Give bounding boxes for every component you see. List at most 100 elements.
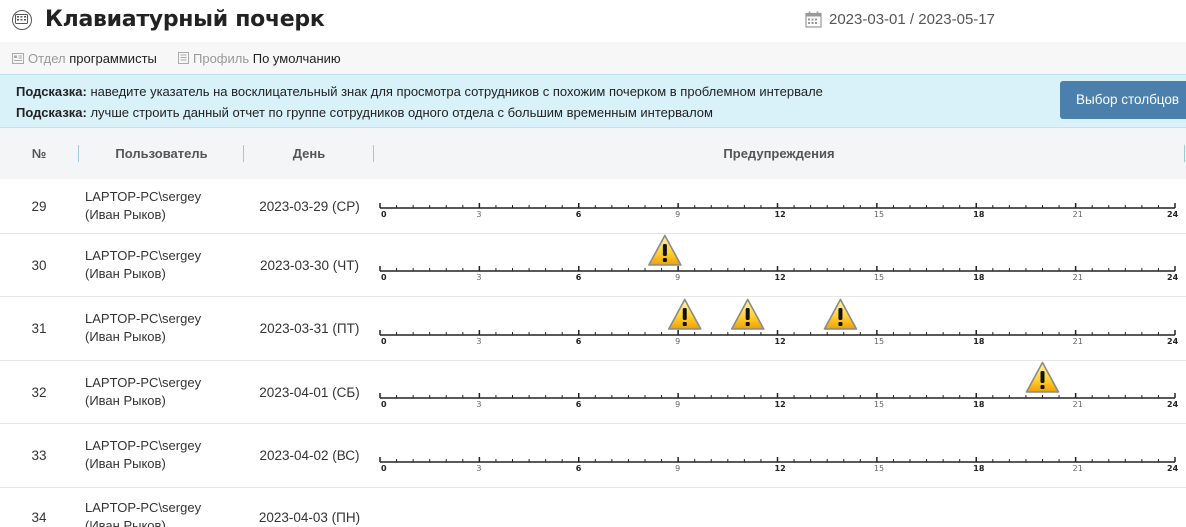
user-login: LAPTOP-PC\sergey bbox=[85, 438, 202, 453]
select-columns-button[interactable]: Выбор столбцов bbox=[1060, 81, 1186, 119]
hour-tick-label: 24 bbox=[1167, 400, 1179, 409]
hour-tick-label: 3 bbox=[476, 210, 481, 219]
hint-prefix: Подсказка: bbox=[16, 84, 87, 99]
warning-icon[interactable] bbox=[1025, 361, 1060, 393]
user-full-name: (Иван Рыков) bbox=[85, 266, 166, 281]
table-header: № Пользователь День Предупреждения bbox=[0, 128, 1186, 179]
hour-tick-label: 21 bbox=[1073, 337, 1083, 346]
hour-tick-label: 15 bbox=[874, 464, 884, 473]
profile-filter[interactable]: Профиль По умолчанию bbox=[178, 51, 341, 67]
table-row[interactable]: 30 LAPTOP-PC\sergey (Иван Рыков) 2023-03-30… bbox=[0, 234, 1186, 297]
warnings-timeline: 0 3 6 9 12 15 18 21 24 bbox=[378, 361, 1186, 424]
table-row[interactable]: 32 LAPTOP-PC\sergey (Иван Рыков) 2023-04-01… bbox=[0, 361, 1186, 424]
hour-tick-label: 24 bbox=[1167, 337, 1179, 346]
warnings-timeline: 0 3 6 9 12 15 18 21 24 bbox=[378, 179, 1186, 234]
hour-tick-label: 21 bbox=[1073, 464, 1083, 473]
hour-tick-label: 24 bbox=[1167, 464, 1179, 473]
hour-tick-label: 6 bbox=[576, 400, 582, 409]
table-row[interactable]: 29 LAPTOP-PC\sergey (Иван Рыков) 2023-03-29… bbox=[0, 179, 1186, 234]
hour-tick-label: 0 bbox=[381, 464, 387, 473]
user-login: LAPTOP-PC\sergey bbox=[85, 189, 202, 204]
page-header: Клавиатурный почерк 2023-03-01 / 2023-05… bbox=[0, 0, 1186, 42]
hour-axis: 0 3 6 9 12 15 18 21 24 bbox=[379, 298, 1179, 346]
user-login: LAPTOP-PC\sergey bbox=[85, 375, 202, 390]
warning-icon[interactable] bbox=[648, 234, 682, 266]
column-resize-handle[interactable] bbox=[1184, 145, 1185, 162]
hour-axis: 0 3 6 9 12 15 18 21 24 bbox=[379, 203, 1179, 219]
hour-tick-label: 9 bbox=[675, 464, 680, 473]
hour-tick-label: 0 bbox=[381, 273, 387, 282]
hour-tick-label: 18 bbox=[973, 337, 985, 346]
row-user: LAPTOP-PC\sergey (Иван Рыков) bbox=[85, 188, 201, 224]
hour-tick-label: 18 bbox=[973, 210, 985, 219]
hour-tick-label: 15 bbox=[874, 337, 884, 346]
table-row[interactable]: 31 LAPTOP-PC\sergey (Иван Рыков) 2023-03-31… bbox=[0, 297, 1186, 361]
table-row[interactable]: 34 LAPTOP-PC\sergey (Иван Рыков) 2023-04-03… bbox=[0, 488, 1186, 527]
row-day: 2023-04-01 (СБ) bbox=[259, 385, 360, 400]
column-header-warnings[interactable]: Предупреждения bbox=[374, 146, 1184, 161]
hour-tick-label: 12 bbox=[775, 210, 786, 219]
date-range[interactable]: 2023-03-01 / 2023-05-17 bbox=[829, 11, 995, 28]
warning-icon[interactable] bbox=[667, 298, 702, 330]
hour-tick-label: 12 bbox=[775, 273, 786, 282]
hour-tick-label: 0 bbox=[381, 400, 387, 409]
filter-bar: Отдел программисты Профиль По умолчанию bbox=[0, 42, 1186, 74]
department-value[interactable]: программисты bbox=[69, 51, 157, 66]
row-number: 32 bbox=[31, 385, 47, 400]
user-full-name: (Иван Рыков) bbox=[85, 393, 166, 408]
row-number: 29 bbox=[31, 199, 47, 214]
row-day: 2023-03-31 (ПТ) bbox=[259, 321, 360, 336]
hour-tick-label: 12 bbox=[775, 400, 786, 409]
hour-tick-label: 12 bbox=[775, 337, 786, 346]
row-user: LAPTOP-PC\sergey (Иван Рыков) bbox=[85, 310, 201, 346]
hour-axis: 0 3 6 9 12 15 18 21 24 bbox=[379, 234, 1179, 282]
hour-axis: 0 3 6 9 12 15 18 21 24 bbox=[379, 361, 1179, 409]
hint-text: наведите указатель на восклицательный зн… bbox=[86, 84, 823, 99]
hour-tick-label: 21 bbox=[1073, 210, 1083, 219]
hour-tick-label: 6 bbox=[576, 273, 582, 282]
hour-tick-label: 18 bbox=[973, 464, 985, 473]
row-number: 30 bbox=[31, 258, 47, 273]
row-user: LAPTOP-PC\sergey (Иван Рыков) bbox=[85, 499, 201, 527]
row-number: 34 bbox=[31, 510, 47, 525]
hour-tick-label: 6 bbox=[576, 337, 582, 346]
hint-1: Подсказка: наведите указатель на восклиц… bbox=[16, 84, 823, 99]
hour-tick-label: 3 bbox=[476, 273, 481, 282]
row-number: 31 bbox=[31, 321, 47, 336]
hour-tick-label: 3 bbox=[476, 337, 481, 346]
profile-value[interactable]: По умолчанию bbox=[253, 51, 341, 66]
profile-icon bbox=[178, 52, 189, 67]
hour-tick-label: 15 bbox=[874, 210, 884, 219]
column-header-num[interactable]: № bbox=[0, 146, 78, 161]
hour-tick-label: 9 bbox=[675, 337, 680, 346]
row-day: 2023-04-02 (ВС) bbox=[259, 448, 360, 463]
hour-tick-label: 18 bbox=[973, 273, 985, 282]
hour-tick-label: 9 bbox=[675, 210, 680, 219]
row-user: LAPTOP-PC\sergey (Иван Рыков) bbox=[85, 374, 201, 410]
warnings-timeline: 0 3 6 9 12 15 18 21 24 bbox=[378, 234, 1186, 297]
user-full-name: (Иван Рыков) bbox=[85, 329, 166, 344]
warning-icon[interactable] bbox=[823, 298, 858, 330]
column-header-user[interactable]: Пользователь bbox=[79, 146, 244, 161]
calendar-icon[interactable] bbox=[805, 11, 822, 31]
hour-tick-label: 3 bbox=[476, 400, 481, 409]
warnings-timeline: 0 3 6 9 12 15 18 21 24 bbox=[378, 297, 1186, 361]
table-row[interactable]: 33 LAPTOP-PC\sergey (Иван Рыков) 2023-04-02… bbox=[0, 424, 1186, 488]
hour-tick-label: 9 bbox=[675, 400, 680, 409]
column-header-day[interactable]: День bbox=[244, 146, 374, 161]
user-full-name: (Иван Рыков) bbox=[85, 456, 166, 471]
hour-tick-label: 15 bbox=[874, 273, 884, 282]
hint-panel: Подсказка: наведите указатель на восклиц… bbox=[0, 74, 1186, 128]
hour-tick-label: 12 bbox=[775, 464, 786, 473]
warning-icon[interactable] bbox=[730, 298, 765, 330]
user-full-name: (Иван Рыков) bbox=[85, 518, 166, 527]
department-filter[interactable]: Отдел программисты bbox=[12, 51, 157, 67]
hour-tick-label: 6 bbox=[576, 210, 582, 219]
department-label: Отдел bbox=[28, 51, 66, 66]
user-login: LAPTOP-PC\sergey bbox=[85, 500, 202, 515]
keyboard-icon bbox=[12, 10, 32, 30]
hint-2: Подсказка: лучше строить данный отчет по… bbox=[16, 105, 713, 120]
row-number: 33 bbox=[31, 448, 47, 463]
row-day: 2023-04-03 (ПН) bbox=[258, 510, 361, 525]
department-icon bbox=[12, 52, 24, 67]
